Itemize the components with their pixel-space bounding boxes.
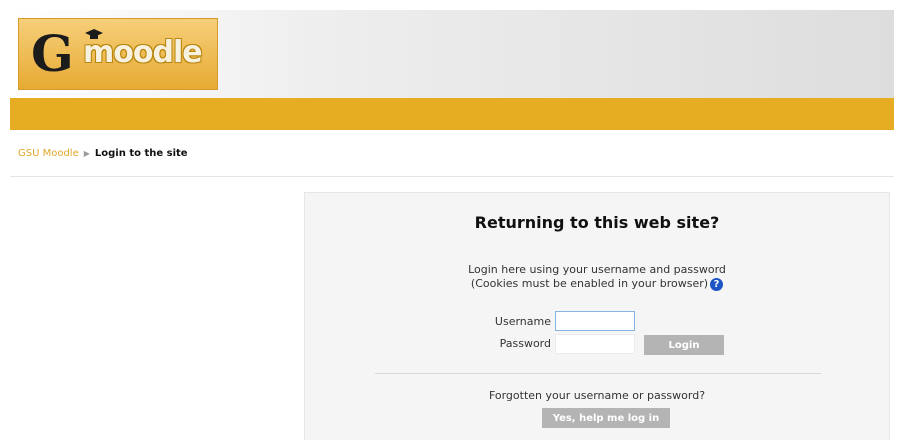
password-input[interactable] <box>555 334 635 354</box>
password-label: Password <box>499 337 551 350</box>
username-label: Username <box>494 315 551 328</box>
logo-letter: G <box>31 24 74 83</box>
header-bar <box>10 98 894 130</box>
site-header: G moodle <box>10 10 894 98</box>
navbar: GSU Moodle ▶ Login to the site <box>10 130 894 177</box>
breadcrumb-separator-icon: ▶ <box>83 149 90 158</box>
username-input[interactable] <box>555 311 635 331</box>
forgot-help-button[interactable]: Yes, help me log in <box>542 408 670 428</box>
logo-word: moodle <box>83 35 203 70</box>
login-desc-line2-wrap: (Cookies must be enabled in your browser… <box>305 277 889 291</box>
login-desc-line2: (Cookies must be enabled in your browser… <box>470 277 709 290</box>
breadcrumb-current: Login to the site <box>94 148 188 159</box>
help-icon[interactable]: ? <box>710 277 724 291</box>
site-logo[interactable]: G moodle <box>18 18 218 90</box>
forgot-text: Forgotten your username or password? <box>488 389 706 402</box>
login-title: Returning to this web site? <box>474 213 720 232</box>
login-panel: Returning to this web site? Login here u… <box>304 192 890 440</box>
breadcrumb-home-link[interactable]: GSU Moodle <box>18 148 79 159</box>
divider <box>375 373 821 374</box>
breadcrumb: GSU Moodle ▶ Login to the site <box>18 148 188 159</box>
login-description: Login here using your username and passw… <box>305 263 889 291</box>
page: G moodle GSU Moodle ▶ Login to the site … <box>10 10 894 440</box>
login-button[interactable]: Login <box>644 335 724 355</box>
login-desc-line1: Login here using your username and passw… <box>468 263 726 276</box>
